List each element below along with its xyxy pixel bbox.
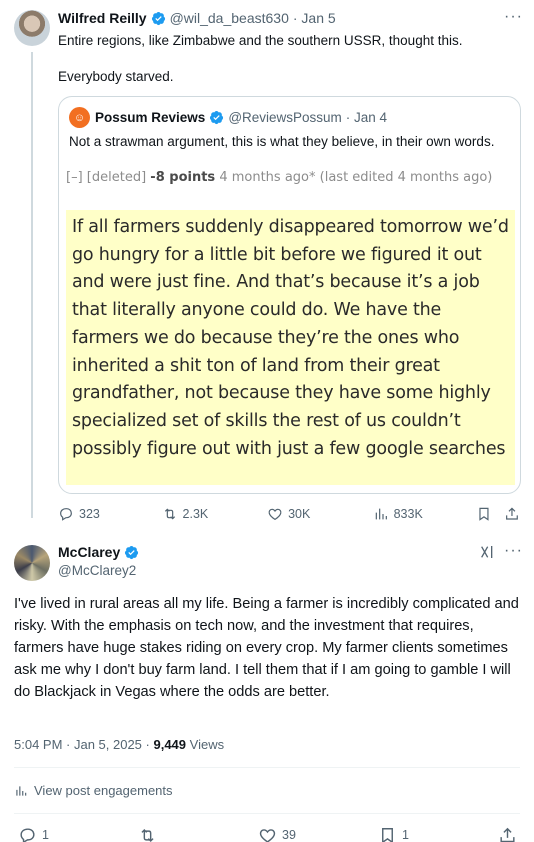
grok-icon[interactable] <box>478 544 496 560</box>
author-name[interactable]: Wilfred Reilly <box>58 10 147 26</box>
author-handle[interactable]: @wil_da_beast630 <box>170 10 289 26</box>
reddit-comment-meta: [–] [deleted] -8 points 4 months ago* (l… <box>66 169 511 187</box>
tweet1-line1: Entire regions, like Zimbabwe and the so… <box>58 33 463 48</box>
reddit-points: -8 points <box>150 170 216 185</box>
quote-header: ☺ Possum Reviews @ReviewsPossum · Jan 4 <box>69 107 387 128</box>
like-button[interactable]: 39 <box>258 826 378 842</box>
verified-badge-icon <box>210 110 224 125</box>
possum-avatar: ☺ <box>69 107 90 128</box>
bookmark-count: 1 <box>402 828 409 842</box>
post-meta: 5:04 PM · Jan 5, 2025 · 9,449 Views <box>14 737 224 752</box>
reply-icon <box>20 827 35 842</box>
repost-icon <box>141 828 154 842</box>
divider <box>14 767 520 768</box>
tweet2-author: McClarey <box>58 544 143 560</box>
like-count: 30K <box>288 507 311 521</box>
reply-count: 323 <box>79 507 100 521</box>
tweet2-text: I've lived in rural areas all my life. B… <box>14 596 519 700</box>
reply-button[interactable]: 1 <box>18 826 138 842</box>
avatar-wilfred-reilly[interactable] <box>14 10 50 46</box>
repost-button[interactable]: 2.3K <box>162 506 268 522</box>
like-icon <box>259 828 276 842</box>
share-icon[interactable] <box>504 506 520 522</box>
reply-button[interactable]: 323 <box>58 506 162 522</box>
tweet1-text: Entire regions, like Zimbabwe and the so… <box>58 32 508 104</box>
avatar-mcclarey[interactable] <box>14 545 50 581</box>
reddit-edited: (last edited 4 months ago) <box>319 170 493 185</box>
thread-line <box>31 52 33 518</box>
repost-button[interactable] <box>138 826 258 842</box>
author-handle[interactable]: @McClarey2 <box>58 563 136 578</box>
views-icon <box>375 508 387 520</box>
post-date[interactable]: · Jan 5 <box>293 10 336 26</box>
engagements-label: View post engagements <box>34 783 173 798</box>
bookmark-button[interactable]: 1 <box>378 826 498 842</box>
view-engagements-link[interactable]: View post engagements <box>14 783 173 798</box>
quote-text: Not a strawman argument, this is what th… <box>69 134 495 149</box>
verified-badge-icon <box>151 11 165 25</box>
more-icon[interactable]: ··· <box>504 542 523 560</box>
repost-count: 2.3K <box>182 507 209 521</box>
reply-icon <box>60 508 72 521</box>
views-icon <box>16 785 27 796</box>
like-button[interactable]: 30K <box>267 506 373 522</box>
reddit-user: [deleted] <box>86 170 147 185</box>
views-count: 833K <box>393 507 423 521</box>
bookmark-icon[interactable] <box>476 506 492 522</box>
more-icon[interactable]: ··· <box>504 8 523 26</box>
repost-icon <box>164 508 175 520</box>
tweet1-actions: 323 2.3K 30K 833K <box>58 504 520 524</box>
quoted-post[interactable]: ☺ Possum Reviews @ReviewsPossum · Jan 4 … <box>58 96 521 494</box>
like-count: 39 <box>282 828 296 842</box>
reply-count: 1 <box>42 828 49 842</box>
quote-author-name: Possum Reviews <box>95 110 206 125</box>
reddit-age: 4 months ago* <box>219 170 316 185</box>
tweet1-line2: Everybody starved. <box>58 69 174 84</box>
author-name[interactable]: McClarey <box>58 544 120 560</box>
tweet1-header: Wilfred Reilly @wil_da_beast630 · Jan 5 <box>58 10 336 26</box>
bookmark-icon <box>382 827 393 842</box>
quote-date: · Jan 4 <box>345 110 388 125</box>
views-total: 9,449 <box>153 737 187 752</box>
divider <box>14 813 520 814</box>
share-icon[interactable] <box>498 826 517 842</box>
like-icon <box>268 508 282 521</box>
tweet2-actions: 1 39 1 <box>18 826 518 842</box>
quote-author-handle: @ReviewsPossum <box>228 110 342 125</box>
views-label: Views <box>189 737 225 752</box>
views-button[interactable]: 833K <box>373 506 477 522</box>
reddit-comment-body: If all farmers suddenly disappeared tomo… <box>66 210 515 485</box>
verified-badge-icon <box>125 545 139 559</box>
reddit-collapse: [–] <box>66 170 83 185</box>
post-timestamp[interactable]: 5:04 PM · Jan 5, 2025 · <box>14 737 150 752</box>
